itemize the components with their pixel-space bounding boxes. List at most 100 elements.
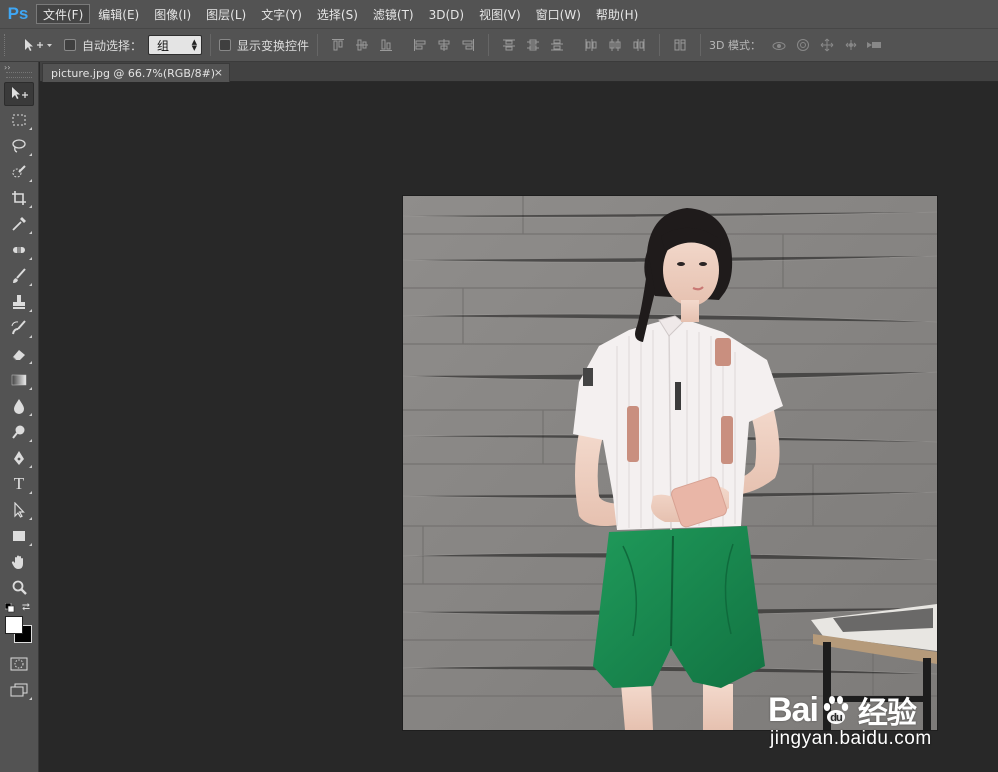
marquee-icon <box>12 114 26 126</box>
distribute-vertical-centers-icon[interactable] <box>521 34 545 56</box>
gradient-icon <box>11 374 27 386</box>
panel-grip[interactable] <box>6 72 32 78</box>
photo-woman-in-green-shorts <box>403 196 937 730</box>
crop-tool[interactable] <box>4 186 34 210</box>
align-top-edges-icon[interactable] <box>326 34 350 56</box>
auto-align-layers-icon[interactable] <box>668 34 692 56</box>
history-brush-icon <box>11 320 26 335</box>
menu-view[interactable]: 视图(V) <box>472 4 528 24</box>
menu-filter[interactable]: 滤镜(T) <box>366 4 421 24</box>
options-bar: 自动选择： 组 ▲ ▼ 显示变换控件 3D 模式： <box>0 28 998 62</box>
align-right-edges-icon[interactable] <box>456 34 480 56</box>
document-image[interactable] <box>403 196 937 730</box>
watermark-brand-jingyan: 经验 <box>857 696 917 731</box>
brush-icon <box>13 268 26 283</box>
baidu-paw-icon: du <box>823 696 849 724</box>
menu-3d[interactable]: 3D(D) <box>422 4 471 24</box>
separator <box>659 34 661 56</box>
menu-file[interactable]: 文件(F) <box>36 4 91 24</box>
move-tool-icon <box>25 39 52 51</box>
tools-panel: ›› T ⮂ <box>0 62 39 772</box>
dropdown-arrows-icon: ▲ ▼ <box>191 38 198 52</box>
tool-preset-picker[interactable] <box>22 37 58 53</box>
brush-tool[interactable] <box>4 264 34 288</box>
gradient-tool[interactable] <box>4 368 34 392</box>
path-selection-tool[interactable] <box>4 498 34 522</box>
document-tab-title: picture.jpg @ 66.7%(RGB/8#) <box>51 66 216 80</box>
auto-select-dropdown[interactable]: 组 ▲ ▼ <box>148 35 203 55</box>
hand-icon <box>11 555 23 569</box>
menu-layer[interactable]: 图层(L) <box>199 4 253 24</box>
menu-image[interactable]: 图像(I) <box>147 4 198 24</box>
color-swatches: ⮂ <box>0 602 38 650</box>
type-tool[interactable]: T <box>4 472 34 496</box>
type-icon: T <box>13 474 25 493</box>
stamp-icon <box>13 295 25 309</box>
menu-select[interactable]: 选择(S) <box>310 4 365 24</box>
close-tab-icon[interactable]: × <box>214 66 223 79</box>
document-tab[interactable]: picture.jpg @ 66.7%(RGB/8#) × <box>42 63 230 82</box>
distribute-bottom-icon[interactable] <box>545 34 569 56</box>
dodge-tool[interactable] <box>4 420 34 444</box>
distribute-left-icon[interactable] <box>579 34 603 56</box>
move-arrow-icon <box>12 87 28 99</box>
3d-rotate-icon[interactable] <box>767 34 791 56</box>
eyedropper-icon <box>12 217 26 231</box>
rectangular-marquee-tool[interactable] <box>4 108 34 132</box>
quick-selection-icon <box>12 165 26 178</box>
spot-healing-brush-tool[interactable] <box>4 238 34 262</box>
watermark-url: jingyan.baidu.com <box>770 728 932 749</box>
auto-select-checkbox[interactable]: 自动选择： <box>64 37 142 54</box>
foreground-color-swatch[interactable] <box>5 616 23 634</box>
auto-select-label: 自动选择： <box>82 38 143 53</box>
align-vertical-centers-icon[interactable] <box>350 34 374 56</box>
magnifier-icon <box>12 580 27 595</box>
pen-tool[interactable] <box>4 446 34 470</box>
menu-help[interactable]: 帮助(H) <box>589 4 645 24</box>
distribute-horizontal-centers-icon[interactable] <box>603 34 627 56</box>
lasso-tool[interactable] <box>4 134 34 158</box>
clone-stamp-tool[interactable] <box>4 290 34 314</box>
distribute-top-icon[interactable] <box>497 34 521 56</box>
3d-roll-icon[interactable] <box>791 34 815 56</box>
eyedropper-tool[interactable] <box>4 212 34 236</box>
menu-window[interactable]: 窗口(W) <box>529 4 588 24</box>
align-horizontal-centers-icon[interactable] <box>432 34 456 56</box>
baidu-jingyan-logo: Bai du du 经验 <box>768 688 917 732</box>
3d-slide-icon[interactable] <box>839 34 863 56</box>
move-tool[interactable] <box>4 82 34 106</box>
3d-mode-label: 3D 模式： <box>709 39 761 52</box>
screen-mode-icon <box>10 683 28 697</box>
menu-type[interactable]: 文字(Y) <box>254 4 309 24</box>
screen-mode-button[interactable] <box>4 678 34 702</box>
svg-text:du: du <box>830 712 842 724</box>
dodge-icon <box>12 425 25 439</box>
panel-collapse-icon[interactable]: ›› <box>0 62 38 72</box>
auto-select-checkbox-box[interactable] <box>64 39 76 51</box>
history-brush-tool[interactable] <box>4 316 34 340</box>
align-left-edges-icon[interactable] <box>408 34 432 56</box>
zoom-tool[interactable] <box>4 576 34 600</box>
3d-scale-camera-icon[interactable] <box>863 34 887 56</box>
separator <box>210 34 212 56</box>
eraser-tool[interactable] <box>4 342 34 366</box>
healing-bandage-icon <box>13 247 25 253</box>
blur-drop-icon <box>14 399 24 414</box>
menu-edit[interactable]: 编辑(E) <box>91 4 146 24</box>
3d-mode-buttons-group <box>767 34 887 56</box>
quick-selection-tool[interactable] <box>4 160 34 184</box>
default-colors-icon[interactable] <box>5 603 15 613</box>
align-bottom-edges-icon[interactable] <box>374 34 398 56</box>
hand-tool[interactable] <box>4 550 34 574</box>
3d-pan-icon[interactable] <box>815 34 839 56</box>
swap-colors-icon[interactable]: ⮂ <box>22 602 30 613</box>
blur-tool[interactable] <box>4 394 34 418</box>
distribute-right-icon[interactable] <box>627 34 651 56</box>
quick-mask-mode-button[interactable] <box>4 652 34 676</box>
rectangle-tool[interactable] <box>4 524 34 548</box>
show-transform-checkbox[interactable]: 显示变换控件 <box>219 37 309 54</box>
options-bar-grip[interactable] <box>4 34 18 56</box>
distribute-buttons-group <box>497 34 651 56</box>
auto-select-value: 组 <box>157 38 170 53</box>
show-transform-checkbox-box[interactable] <box>219 39 232 51</box>
